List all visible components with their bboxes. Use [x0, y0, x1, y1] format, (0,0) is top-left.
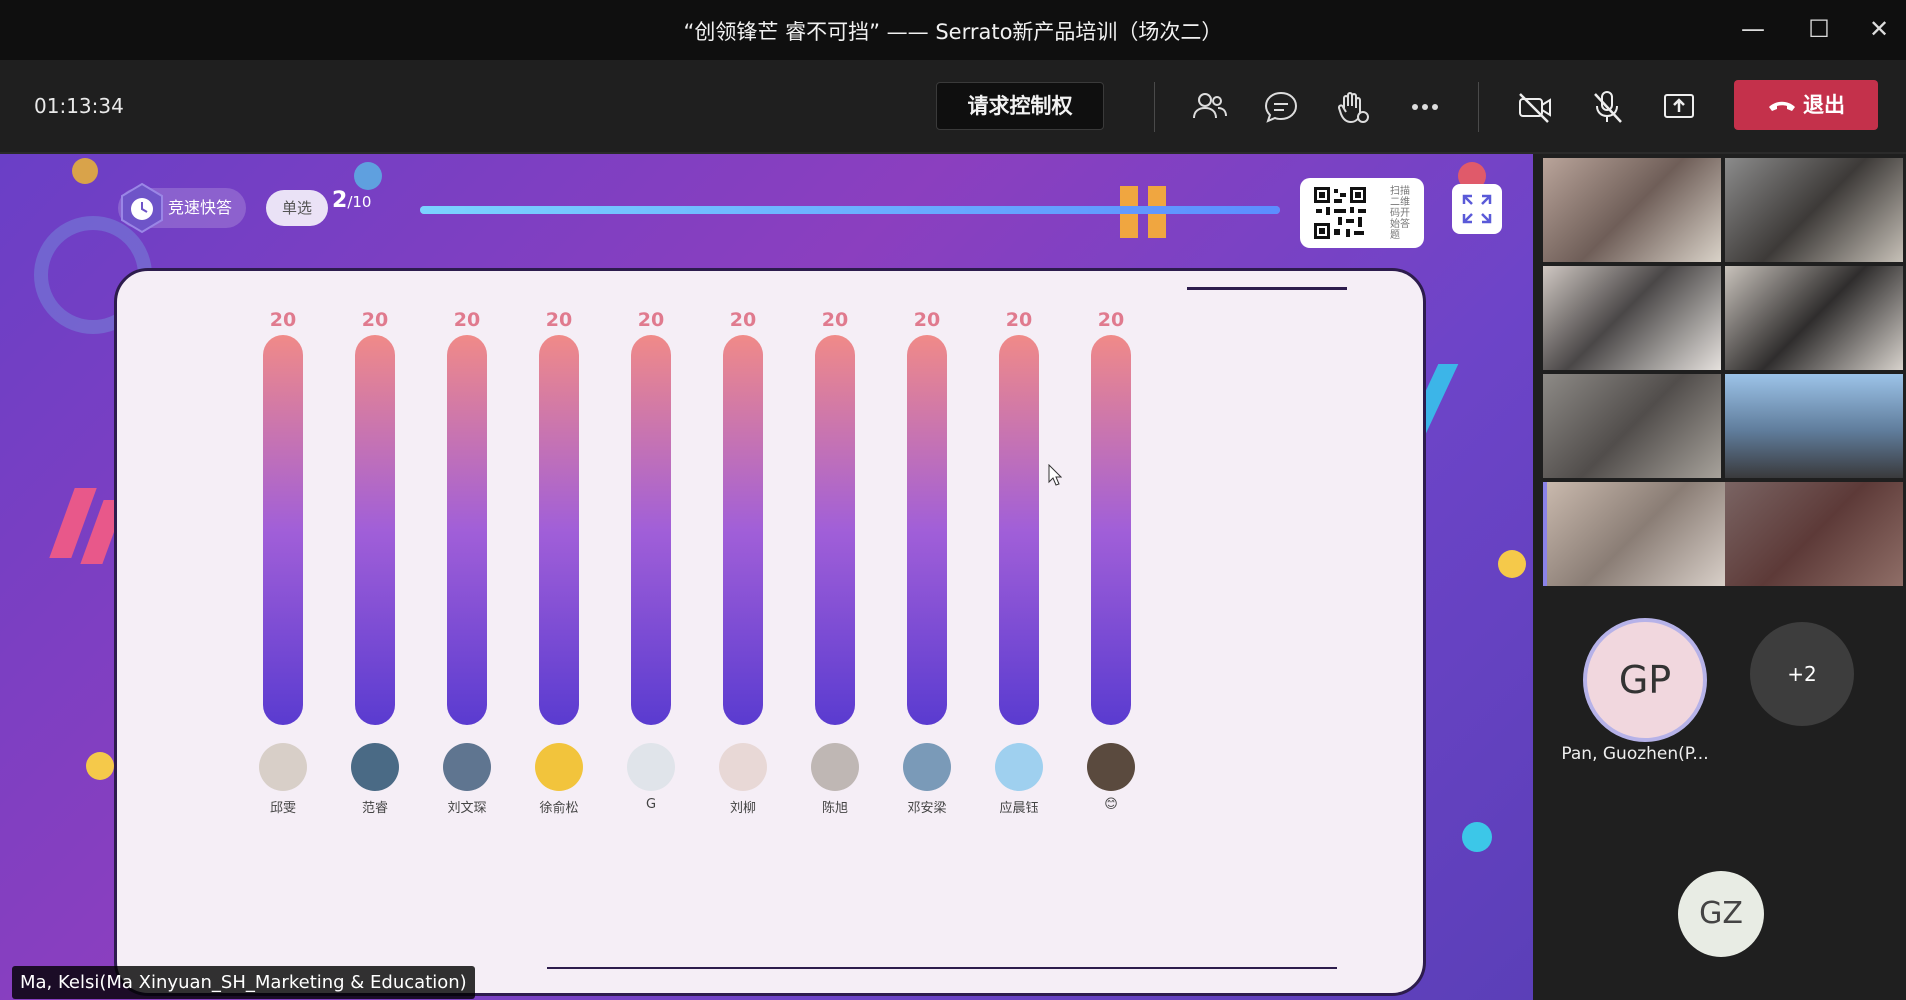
- participant-video-tile[interactable]: [1543, 374, 1721, 478]
- participant-avatar: [811, 743, 859, 791]
- participant-avatar: [719, 743, 767, 791]
- card-accent-line: [1187, 287, 1347, 290]
- fullscreen-icon: [1462, 194, 1492, 224]
- card-accent-line: [547, 967, 1337, 969]
- decor-dot: [1498, 550, 1526, 578]
- quiz-results-card: 20 邱雯 20 范睿 20 刘文琛 20 徐俞松 20 G 20 刘柳 20 陈旭 20 邓安梁 20 应晨钰 2…: [114, 268, 1426, 996]
- title-bar: “创领锋芒 睿不可挡” —— Serrato新产品培训（场次二） — ☐ ✕: [0, 0, 1906, 60]
- participant-avatar: [443, 743, 491, 791]
- mic-off-icon[interactable]: [1586, 86, 1628, 128]
- window-title: “创领锋芒 睿不可挡” —— Serrato新产品培训（场次二）: [683, 20, 1223, 44]
- more-participants-button[interactable]: +2: [1750, 622, 1854, 726]
- score-bar: [815, 335, 855, 725]
- participant-video-tile[interactable]: [1543, 482, 1725, 586]
- leave-meeting-button[interactable]: 退出: [1734, 80, 1878, 130]
- participant-avatar: [535, 743, 583, 791]
- participant-name-label: 😊: [1104, 797, 1118, 812]
- qr-hint-text: 扫描二维码开始答题: [1390, 186, 1410, 241]
- close-icon[interactable]: ✕: [1862, 12, 1896, 46]
- question-progress: 2/10: [332, 188, 371, 213]
- score-bar: [447, 335, 487, 725]
- presenter-name-caption: Ma, Kelsi(Ma Xinyuan_SH_Marketing & Educ…: [12, 966, 475, 999]
- quiz-mode-badge: 竞速快答: [118, 182, 247, 234]
- participant-video-tile[interactable]: [1543, 158, 1721, 262]
- participant-avatar: [903, 743, 951, 791]
- score-bar: [723, 335, 763, 725]
- more-icon[interactable]: [1404, 86, 1446, 128]
- bar-value-label: 20: [1097, 309, 1125, 331]
- toolbar-divider: [1478, 82, 1479, 132]
- decor-dot: [1462, 822, 1492, 852]
- participant-avatar[interactable]: GP: [1583, 618, 1707, 742]
- current-question: 2: [332, 188, 348, 213]
- meeting-timer: 01:13:34: [34, 94, 124, 118]
- participant-video-tile[interactable]: [1725, 266, 1903, 370]
- participant-avatar: [1087, 743, 1135, 791]
- participant-name: Pan, Guozhen(P...: [1561, 744, 1709, 764]
- mouse-cursor: [1048, 463, 1063, 486]
- participant-avatar: [351, 743, 399, 791]
- participant-video-tile[interactable]: [1725, 482, 1903, 586]
- shared-screen: 竞速快答 单选 2/10 扫描二维码开始答题 20 邱雯 20 范睿 20 刘文琛 20 徐俞…: [0, 154, 1533, 1000]
- request-control-button[interactable]: 请求控制权: [936, 82, 1104, 130]
- question-progress-bar: [420, 206, 1280, 214]
- decor-dot: [86, 752, 114, 780]
- qr-code-panel[interactable]: 扫描二维码开始答题: [1300, 178, 1424, 248]
- people-icon[interactable]: [1188, 86, 1230, 128]
- fullscreen-button[interactable]: [1452, 184, 1502, 234]
- score-bar: [1091, 335, 1131, 725]
- question-progress-fill: [420, 206, 1280, 214]
- alarm-clock-icon: [121, 182, 163, 234]
- decor-dot: [72, 158, 98, 184]
- decor-dot: [354, 162, 382, 190]
- phone-hangup-icon: [1769, 101, 1795, 111]
- participant-avatar: [259, 743, 307, 791]
- participant-panel: GP Pan, Guozhen(P... +2 GZ: [1535, 154, 1906, 1000]
- participant-video-tile[interactable]: [1725, 374, 1903, 478]
- meeting-toolbar: 01:13:34 请求控制权 退出: [0, 60, 1906, 154]
- participant-avatar[interactable]: GZ: [1678, 871, 1764, 957]
- participant-video-tile[interactable]: [1543, 266, 1721, 370]
- maximize-icon[interactable]: ☐: [1802, 12, 1836, 46]
- score-bar: [355, 335, 395, 725]
- qr-code-icon: [1312, 185, 1368, 241]
- chat-icon[interactable]: [1260, 86, 1302, 128]
- total-questions: /10: [347, 193, 372, 211]
- score-bar: [999, 335, 1039, 725]
- participant-avatar: [627, 743, 675, 791]
- participant-avatar: [995, 743, 1043, 791]
- raise-hand-icon[interactable]: [1332, 86, 1374, 128]
- question-type-pill: 单选: [266, 190, 328, 226]
- leave-meeting-label: 退出: [1803, 93, 1845, 117]
- share-icon[interactable]: [1658, 86, 1700, 128]
- score-bar: [631, 335, 671, 725]
- participant-video-tile[interactable]: [1725, 158, 1903, 262]
- score-bar: [907, 335, 947, 725]
- minimize-icon[interactable]: —: [1736, 12, 1770, 46]
- score-bar: [263, 335, 303, 725]
- camera-off-icon[interactable]: [1514, 86, 1556, 128]
- score-bar: [539, 335, 579, 725]
- toolbar-divider: [1154, 82, 1155, 132]
- quiz-mode-label: 竞速快答: [168, 198, 233, 217]
